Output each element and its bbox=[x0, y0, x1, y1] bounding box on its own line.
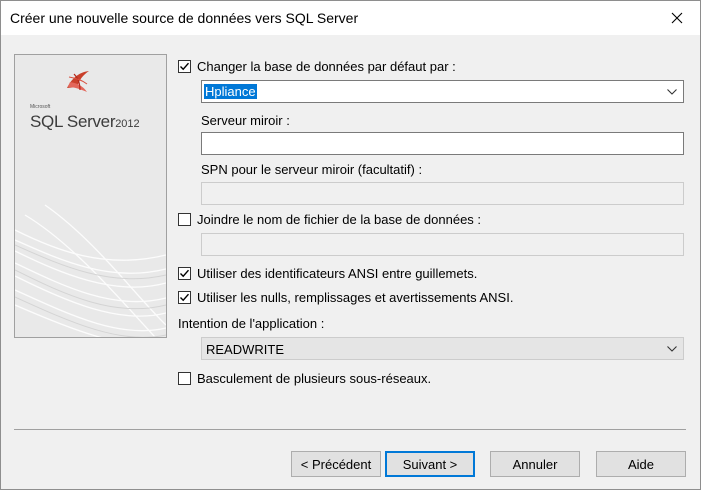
divider bbox=[14, 429, 686, 430]
change-db-label: Changer la base de données par défaut pa… bbox=[197, 59, 456, 74]
app-intent-label: Intention de l'application : bbox=[178, 316, 325, 331]
app-intent-value: READWRITE bbox=[206, 342, 284, 357]
mirror-server-label: Serveur miroir : bbox=[201, 113, 290, 128]
close-button[interactable] bbox=[654, 1, 700, 35]
attach-db-checkbox[interactable] bbox=[178, 213, 191, 226]
checkmark-icon bbox=[180, 293, 190, 302]
next-button[interactable]: Suivant > bbox=[385, 451, 475, 477]
database-value: Hpliance bbox=[204, 84, 257, 99]
title-bar: Créer une nouvelle source de données ver… bbox=[1, 1, 700, 35]
close-icon bbox=[671, 12, 683, 24]
ansi-quoted-checkbox[interactable] bbox=[178, 267, 191, 280]
change-db-checkbox[interactable] bbox=[178, 60, 191, 73]
back-button[interactable]: < Précédent bbox=[291, 451, 381, 477]
attach-db-label: Joindre le nom de fichier de la base de … bbox=[197, 212, 482, 227]
chevron-down-icon bbox=[667, 346, 677, 352]
logo-product-text: SQL Server2012 bbox=[30, 112, 140, 132]
ansi-quoted-label: Utiliser des identificateurs ANSI entre … bbox=[197, 266, 478, 281]
checkmark-icon bbox=[180, 62, 190, 71]
database-combobox[interactable]: Hpliance bbox=[201, 80, 684, 103]
mirror-spn-label: SPN pour le serveur miroir (facultatif) … bbox=[201, 162, 423, 177]
ansi-nulls-checkbox[interactable] bbox=[178, 291, 191, 304]
attach-db-input[interactable] bbox=[201, 233, 684, 256]
app-intent-select[interactable]: READWRITE bbox=[201, 337, 684, 360]
cancel-button[interactable]: Annuler bbox=[490, 451, 580, 477]
mirror-spn-input[interactable] bbox=[201, 182, 684, 205]
checkmark-icon bbox=[180, 269, 190, 278]
logo-version: 2012 bbox=[115, 118, 140, 130]
help-button[interactable]: Aide bbox=[596, 451, 686, 477]
sql-server-logo-icon bbox=[67, 71, 89, 92]
multisubnet-label: Basculement de plusieurs sous-réseaux. bbox=[197, 371, 432, 386]
multisubnet-checkbox[interactable] bbox=[178, 372, 191, 385]
window-title: Créer une nouvelle source de données ver… bbox=[10, 10, 359, 26]
sql-server-logo-panel: Microsoft SQL Server2012 bbox=[14, 54, 167, 338]
logo-product: SQL Server bbox=[30, 112, 116, 131]
dialog-window: Créer une nouvelle source de données ver… bbox=[0, 0, 701, 490]
decorative-waves bbox=[15, 55, 166, 337]
logo-vendor-text: Microsoft bbox=[30, 104, 51, 110]
chevron-down-icon[interactable] bbox=[667, 89, 677, 95]
mirror-server-input[interactable] bbox=[201, 132, 684, 155]
ansi-nulls-label: Utiliser les nulls, remplissages et aver… bbox=[197, 290, 514, 305]
